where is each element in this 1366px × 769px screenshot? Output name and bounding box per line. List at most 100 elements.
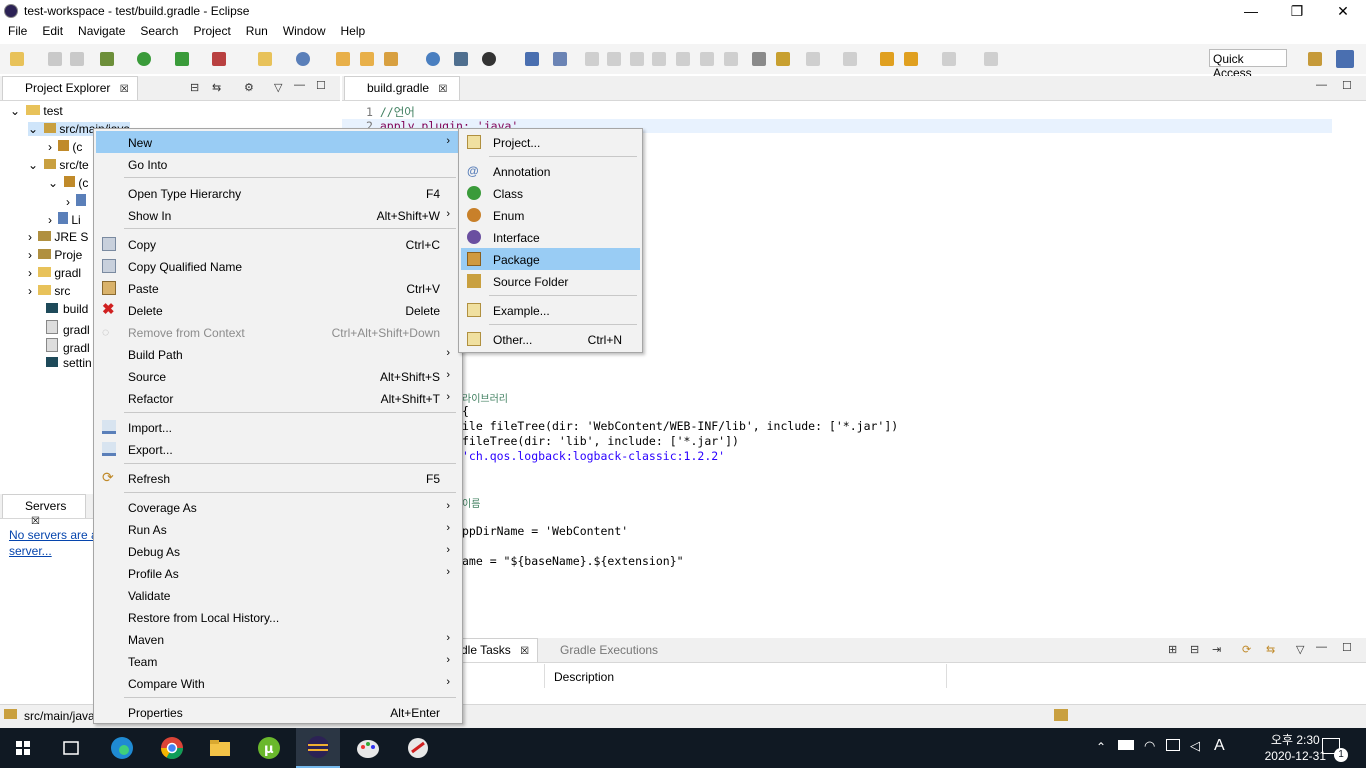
task-icon[interactable] xyxy=(525,52,539,66)
submenu-item-project[interactable]: Project... xyxy=(461,131,640,153)
step-over-icon[interactable] xyxy=(700,52,714,66)
maximize-view-icon[interactable]: ☐ xyxy=(316,79,326,92)
menu-search[interactable]: Search xyxy=(132,22,185,38)
menu-help[interactable]: Help xyxy=(333,22,373,38)
submenu-item-other[interactable]: Other... Ctrl+N xyxy=(461,328,640,350)
menu-item-compare-with[interactable]: Compare With › xyxy=(96,672,460,694)
servers-tool-icon[interactable] xyxy=(454,52,468,66)
submenu-item-annotation[interactable]: @ Annotation xyxy=(461,160,640,182)
search-tool-icon[interactable] xyxy=(384,52,398,66)
menu-project[interactable]: Project xyxy=(185,22,237,38)
forward-icon[interactable] xyxy=(942,52,956,66)
menu-item-open-type-hierarchy[interactable]: Open Type Hierarchy F4 xyxy=(96,182,460,204)
menu-item-import[interactable]: Import... xyxy=(96,416,460,438)
menu-item-restore-local-history[interactable]: Restore from Local History... xyxy=(96,606,460,628)
tree-row-gradlew[interactable]: gradl xyxy=(46,320,90,337)
tree-row-jre[interactable]: › JRE S xyxy=(28,230,88,244)
menu-item-validate[interactable]: Validate xyxy=(96,584,460,606)
open-perspective-icon[interactable] xyxy=(1308,52,1322,66)
tree-row-package[interactable]: ⌄ (c xyxy=(48,176,88,190)
view-menu-icon[interactable]: ▽ xyxy=(274,81,282,94)
tree-row-src[interactable]: › src xyxy=(28,284,70,298)
menu-item-build-path[interactable]: Build Path › xyxy=(96,343,460,365)
code-line-1[interactable]: 1 //언어 xyxy=(366,104,415,120)
maximize-button[interactable]: ❐ xyxy=(1274,0,1320,22)
menu-item-profile-as[interactable]: Profile As › xyxy=(96,562,460,584)
disconnect-icon[interactable] xyxy=(652,52,666,66)
menu-item-properties[interactable]: Properties Alt+Enter xyxy=(96,701,460,723)
minimize-view-icon[interactable]: — xyxy=(1316,641,1327,653)
tree-row-package[interactable]: › (c xyxy=(48,140,82,154)
utorrent-icon[interactable]: μ xyxy=(254,734,284,762)
filter-icon[interactable]: ⚙ xyxy=(244,81,254,94)
refresh-tasks-icon[interactable]: ⟳ xyxy=(1242,643,1251,656)
menu-navigate[interactable]: Navigate xyxy=(70,22,132,38)
run-icon[interactable] xyxy=(137,52,151,66)
menu-item-run-as[interactable]: Run As › xyxy=(96,518,460,540)
tree-row-test[interactable]: ⌄ test xyxy=(10,104,63,118)
minimize-editor-icon[interactable]: — xyxy=(1316,79,1327,91)
file-explorer-icon[interactable] xyxy=(205,734,235,762)
submenu-item-source-folder[interactable]: Source Folder xyxy=(461,270,640,292)
battery-icon[interactable] xyxy=(1118,740,1134,750)
close-tab-icon[interactable]: ☒ xyxy=(120,84,129,95)
java-perspective-icon[interactable] xyxy=(1336,50,1354,68)
menu-item-maven[interactable]: Maven › xyxy=(96,628,460,650)
pin-editor-icon[interactable] xyxy=(984,52,998,66)
task-view-icon[interactable] xyxy=(56,734,86,762)
wifi-icon[interactable]: ◠ xyxy=(1144,738,1155,754)
tree-row-gradlew-bat[interactable]: gradl xyxy=(46,338,90,355)
tab-project-explorer[interactable]: Project Explorer ☒ xyxy=(2,76,138,100)
tree-row-libraries[interactable]: › Li xyxy=(48,212,81,227)
pin-icon[interactable] xyxy=(553,52,567,66)
progress-icon[interactable] xyxy=(1054,709,1068,721)
next-annotation-icon[interactable] xyxy=(806,52,820,66)
chrome-browser-icon[interactable] xyxy=(157,734,187,762)
terminate-icon[interactable] xyxy=(630,52,644,66)
volume-icon[interactable]: ◁ xyxy=(1190,738,1200,754)
menu-item-copy[interactable]: Copy Ctrl+C xyxy=(96,233,460,255)
menu-window[interactable]: Window xyxy=(275,22,333,38)
open-folder-icon[interactable] xyxy=(360,52,374,66)
submenu-item-package[interactable]: Package xyxy=(461,248,640,270)
menu-item-paste[interactable]: Paste Ctrl+V xyxy=(96,277,460,299)
execute-icon[interactable]: ⇥ xyxy=(1212,643,1221,656)
menu-edit[interactable]: Edit xyxy=(34,22,70,38)
tree-row-src-test[interactable]: ⌄ src/te xyxy=(28,158,89,172)
menu-file[interactable]: File xyxy=(0,22,34,38)
maximize-editor-icon[interactable]: ☐ xyxy=(1342,79,1352,92)
ime-indicator[interactable]: A xyxy=(1214,737,1225,755)
tab-servers[interactable]: Servers ☒ xyxy=(2,494,86,527)
tree-row-java-file[interactable]: › xyxy=(66,194,89,209)
quick-access-input[interactable]: Quick Access xyxy=(1209,49,1287,80)
close-tab-icon[interactable]: ☒ xyxy=(438,84,447,95)
tree-row-gradle-folder[interactable]: › gradl xyxy=(28,266,81,280)
tree-row-settings-gradle[interactable]: settin xyxy=(46,356,92,370)
collapse-icon[interactable]: ⊟ xyxy=(1190,643,1199,656)
menu-item-go-into[interactable]: Go Into xyxy=(96,153,460,175)
tab-gradle-executions[interactable]: Gradle Executions xyxy=(560,643,658,657)
menu-run[interactable]: Run xyxy=(238,22,275,38)
submenu-item-example[interactable]: Example... xyxy=(461,299,640,321)
network-icon[interactable] xyxy=(1166,739,1180,751)
tree-row-build-gradle[interactable]: build xyxy=(46,302,88,316)
editor-horizontal-scrollbar[interactable] xyxy=(342,614,1342,628)
toggle-mark-icon[interactable] xyxy=(752,52,766,66)
menu-item-refactor[interactable]: Refactor Alt+Shift+T › xyxy=(96,387,460,409)
close-button[interactable]: ✕ xyxy=(1320,0,1366,22)
clock[interactable]: 오후 2:30 2020-12-31 xyxy=(1265,732,1326,764)
step-into-icon[interactable] xyxy=(676,52,690,66)
paint-icon[interactable] xyxy=(353,734,383,762)
expand-icon[interactable]: ⊞ xyxy=(1168,643,1177,656)
close-tab-icon[interactable]: ☒ xyxy=(31,516,40,527)
resume-icon[interactable] xyxy=(585,52,599,66)
editor-vertical-scrollbar[interactable] xyxy=(1334,100,1348,616)
menu-item-team[interactable]: Team › xyxy=(96,650,460,672)
close-tab-icon[interactable]: ☒ xyxy=(520,646,529,657)
maximize-view-icon[interactable]: ☐ xyxy=(1342,641,1352,654)
collapse-all-icon[interactable]: ⊟ xyxy=(190,81,199,94)
coverage-icon[interactable] xyxy=(175,52,189,66)
submenu-item-enum[interactable]: Enum xyxy=(461,204,640,226)
web-browser-icon[interactable] xyxy=(426,52,440,66)
menu-item-refresh[interactable]: ⟳ Refresh F5 xyxy=(96,467,460,489)
